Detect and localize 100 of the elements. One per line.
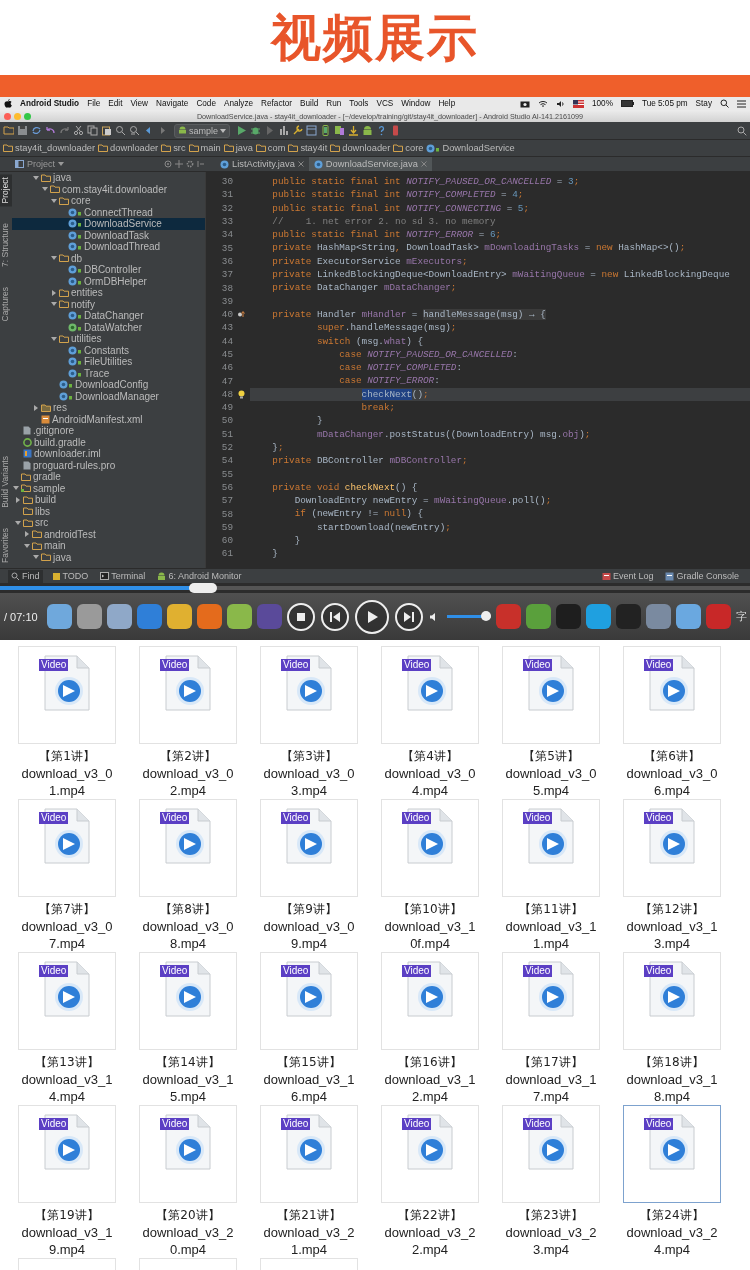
tree-item[interactable]: gradle — [12, 471, 205, 483]
file-name[interactable]: download_v3_11.mp4 — [503, 918, 599, 952]
app-icon[interactable] — [106, 604, 132, 629]
video-file-tile[interactable]: Video — [260, 799, 358, 897]
menu-item[interactable]: Window — [401, 99, 431, 108]
breadcrumb-item[interactable]: com — [255, 143, 286, 153]
project-view-selector[interactable]: Project — [15, 159, 64, 169]
file-name[interactable]: download_v3_10f.mp4 — [382, 918, 478, 952]
video-file-tile[interactable]: Video — [502, 799, 600, 897]
app-icon[interactable] — [166, 604, 192, 629]
run-config-dropdown[interactable]: sample — [174, 123, 230, 138]
tree-item[interactable]: proguard-rules.pro — [12, 459, 205, 471]
app-icon[interactable] — [585, 604, 611, 629]
menu-item[interactable]: Run — [326, 99, 342, 108]
menu-item[interactable]: Refactor — [261, 99, 293, 108]
file-name[interactable]: download_v3_24.mp4 — [624, 1224, 720, 1258]
breadcrumb-item[interactable]: downloader — [98, 143, 159, 153]
tool-window-tab[interactable]: 7: Structure — [0, 220, 12, 271]
tool-window-tab[interactable]: Project — [0, 174, 12, 207]
tree-item[interactable]: main — [12, 540, 205, 552]
app-icon[interactable] — [196, 604, 222, 629]
tree-item[interactable]: db — [12, 252, 205, 264]
tree-item[interactable]: DownloadService — [12, 218, 205, 230]
video-file-tile[interactable]: Video — [381, 1105, 479, 1203]
file-name[interactable]: download_v3_02.mp4 — [140, 765, 236, 799]
video-file-tile[interactable]: Video — [18, 646, 116, 744]
menu-item[interactable]: Code — [196, 99, 216, 108]
video-file-tile[interactable]: Video — [623, 1105, 721, 1203]
file-name[interactable]: download_v3_08.mp4 — [140, 918, 236, 952]
app-icon[interactable] — [645, 604, 671, 629]
menu-item[interactable]: Build — [300, 99, 319, 108]
video-file-tile[interactable]: Video — [623, 646, 721, 744]
tree-item[interactable]: AndroidManifest.xml — [12, 413, 205, 425]
tree-item[interactable]: DownloadConfig — [12, 379, 205, 391]
file-name[interactable]: download_v3_17.mp4 — [503, 1071, 599, 1105]
next-button[interactable] — [394, 602, 423, 631]
video-file-tile[interactable]: Video — [623, 799, 721, 897]
tool-window-button[interactable]: 6: Android Monitor — [154, 569, 245, 583]
breadcrumb-item[interactable]: main — [188, 143, 221, 153]
video-file-tile[interactable]: Video — [502, 646, 600, 744]
menu-item[interactable]: Edit — [108, 99, 123, 108]
file-name[interactable]: download_v3_14.mp4 — [19, 1071, 115, 1105]
video-file-tile[interactable]: Video — [623, 952, 721, 1050]
tree-item[interactable]: java — [12, 172, 205, 184]
tool-window-tab[interactable]: Captures — [0, 284, 12, 325]
file-name[interactable]: download_v3_23.mp4 — [503, 1224, 599, 1258]
video-file-tile[interactable]: Video — [139, 952, 237, 1050]
file-name[interactable]: download_v3_03.mp4 — [261, 765, 357, 799]
file-name[interactable]: download_v3_15.mp4 — [140, 1071, 236, 1105]
tree-item[interactable]: res — [12, 402, 205, 414]
video-file-tile[interactable]: Video — [381, 646, 479, 744]
video-file-tile[interactable]: Video — [260, 952, 358, 1050]
file-name[interactable]: download_v3_19.mp4 — [19, 1224, 115, 1258]
progress-thumb[interactable] — [188, 583, 217, 593]
tree-item[interactable]: java — [12, 551, 205, 563]
menu-item[interactable]: Navigate — [156, 99, 189, 108]
tree-item[interactable]: build — [12, 494, 205, 506]
tree-item[interactable]: DownloadManager — [12, 390, 205, 402]
video-file-tile[interactable]: Video — [18, 952, 116, 1050]
video-file-tile[interactable]: Video — [502, 952, 600, 1050]
menu-item[interactable]: Help — [438, 99, 456, 108]
previous-button[interactable] — [320, 602, 349, 631]
breadcrumb-item[interactable]: core — [393, 143, 424, 153]
video-file-tile[interactable]: Video — [139, 799, 237, 897]
tree-item[interactable]: Constants — [12, 344, 205, 356]
play-button[interactable] — [354, 599, 389, 634]
app-icon[interactable] — [226, 604, 252, 629]
video-file-tile[interactable]: Video — [381, 799, 479, 897]
app-menu[interactable]: Android Studio — [20, 99, 80, 108]
tool-window-button[interactable]: TODO — [48, 569, 92, 583]
file-name[interactable]: download_v3_06.mp4 — [624, 765, 720, 799]
file-name[interactable]: download_v3_22.mp4 — [382, 1224, 478, 1258]
user-name[interactable]: Stay — [695, 99, 712, 108]
file-name[interactable]: download_v3_16.mp4 — [261, 1071, 357, 1105]
menu-item[interactable]: Analyze — [223, 99, 254, 108]
tree-item[interactable]: entities — [12, 287, 205, 299]
app-icon[interactable] — [525, 604, 551, 629]
app-icon[interactable] — [136, 604, 162, 629]
tree-item[interactable]: .gitignore — [12, 425, 205, 437]
breadcrumb-item[interactable]: java — [223, 143, 253, 153]
breadcrumb-item[interactable]: stay4it_downloader — [3, 143, 96, 153]
tool-window-tab[interactable]: Build Variants — [0, 453, 12, 512]
tree-item[interactable]: notify — [12, 298, 205, 310]
video-file-tile[interactable]: Video — [260, 1105, 358, 1203]
menu-item[interactable]: VCS — [376, 99, 394, 108]
file-name[interactable]: download_v3_12.mp4 — [382, 1071, 478, 1105]
editor-tab[interactable]: ListActivity.java — [215, 157, 309, 171]
tree-item[interactable]: sample — [12, 482, 205, 494]
expand-arrow-icon[interactable] — [32, 404, 39, 412]
tree-item[interactable]: src — [12, 517, 205, 529]
tree-item[interactable]: core — [12, 195, 205, 207]
menu-item[interactable]: Tools — [349, 99, 369, 108]
file-name[interactable]: download_v3_09.mp4 — [261, 918, 357, 952]
tree-item[interactable]: build.gradle — [12, 436, 205, 448]
volume-thumb[interactable] — [481, 611, 492, 621]
video-file-tile[interactable]: Video — [18, 1105, 116, 1203]
tool-window-tab[interactable]: Favorites — [0, 525, 12, 566]
tree-item[interactable]: DBController — [12, 264, 205, 276]
video-file-tile[interactable]: Video — [139, 646, 237, 744]
menu-item[interactable]: View — [130, 99, 149, 108]
